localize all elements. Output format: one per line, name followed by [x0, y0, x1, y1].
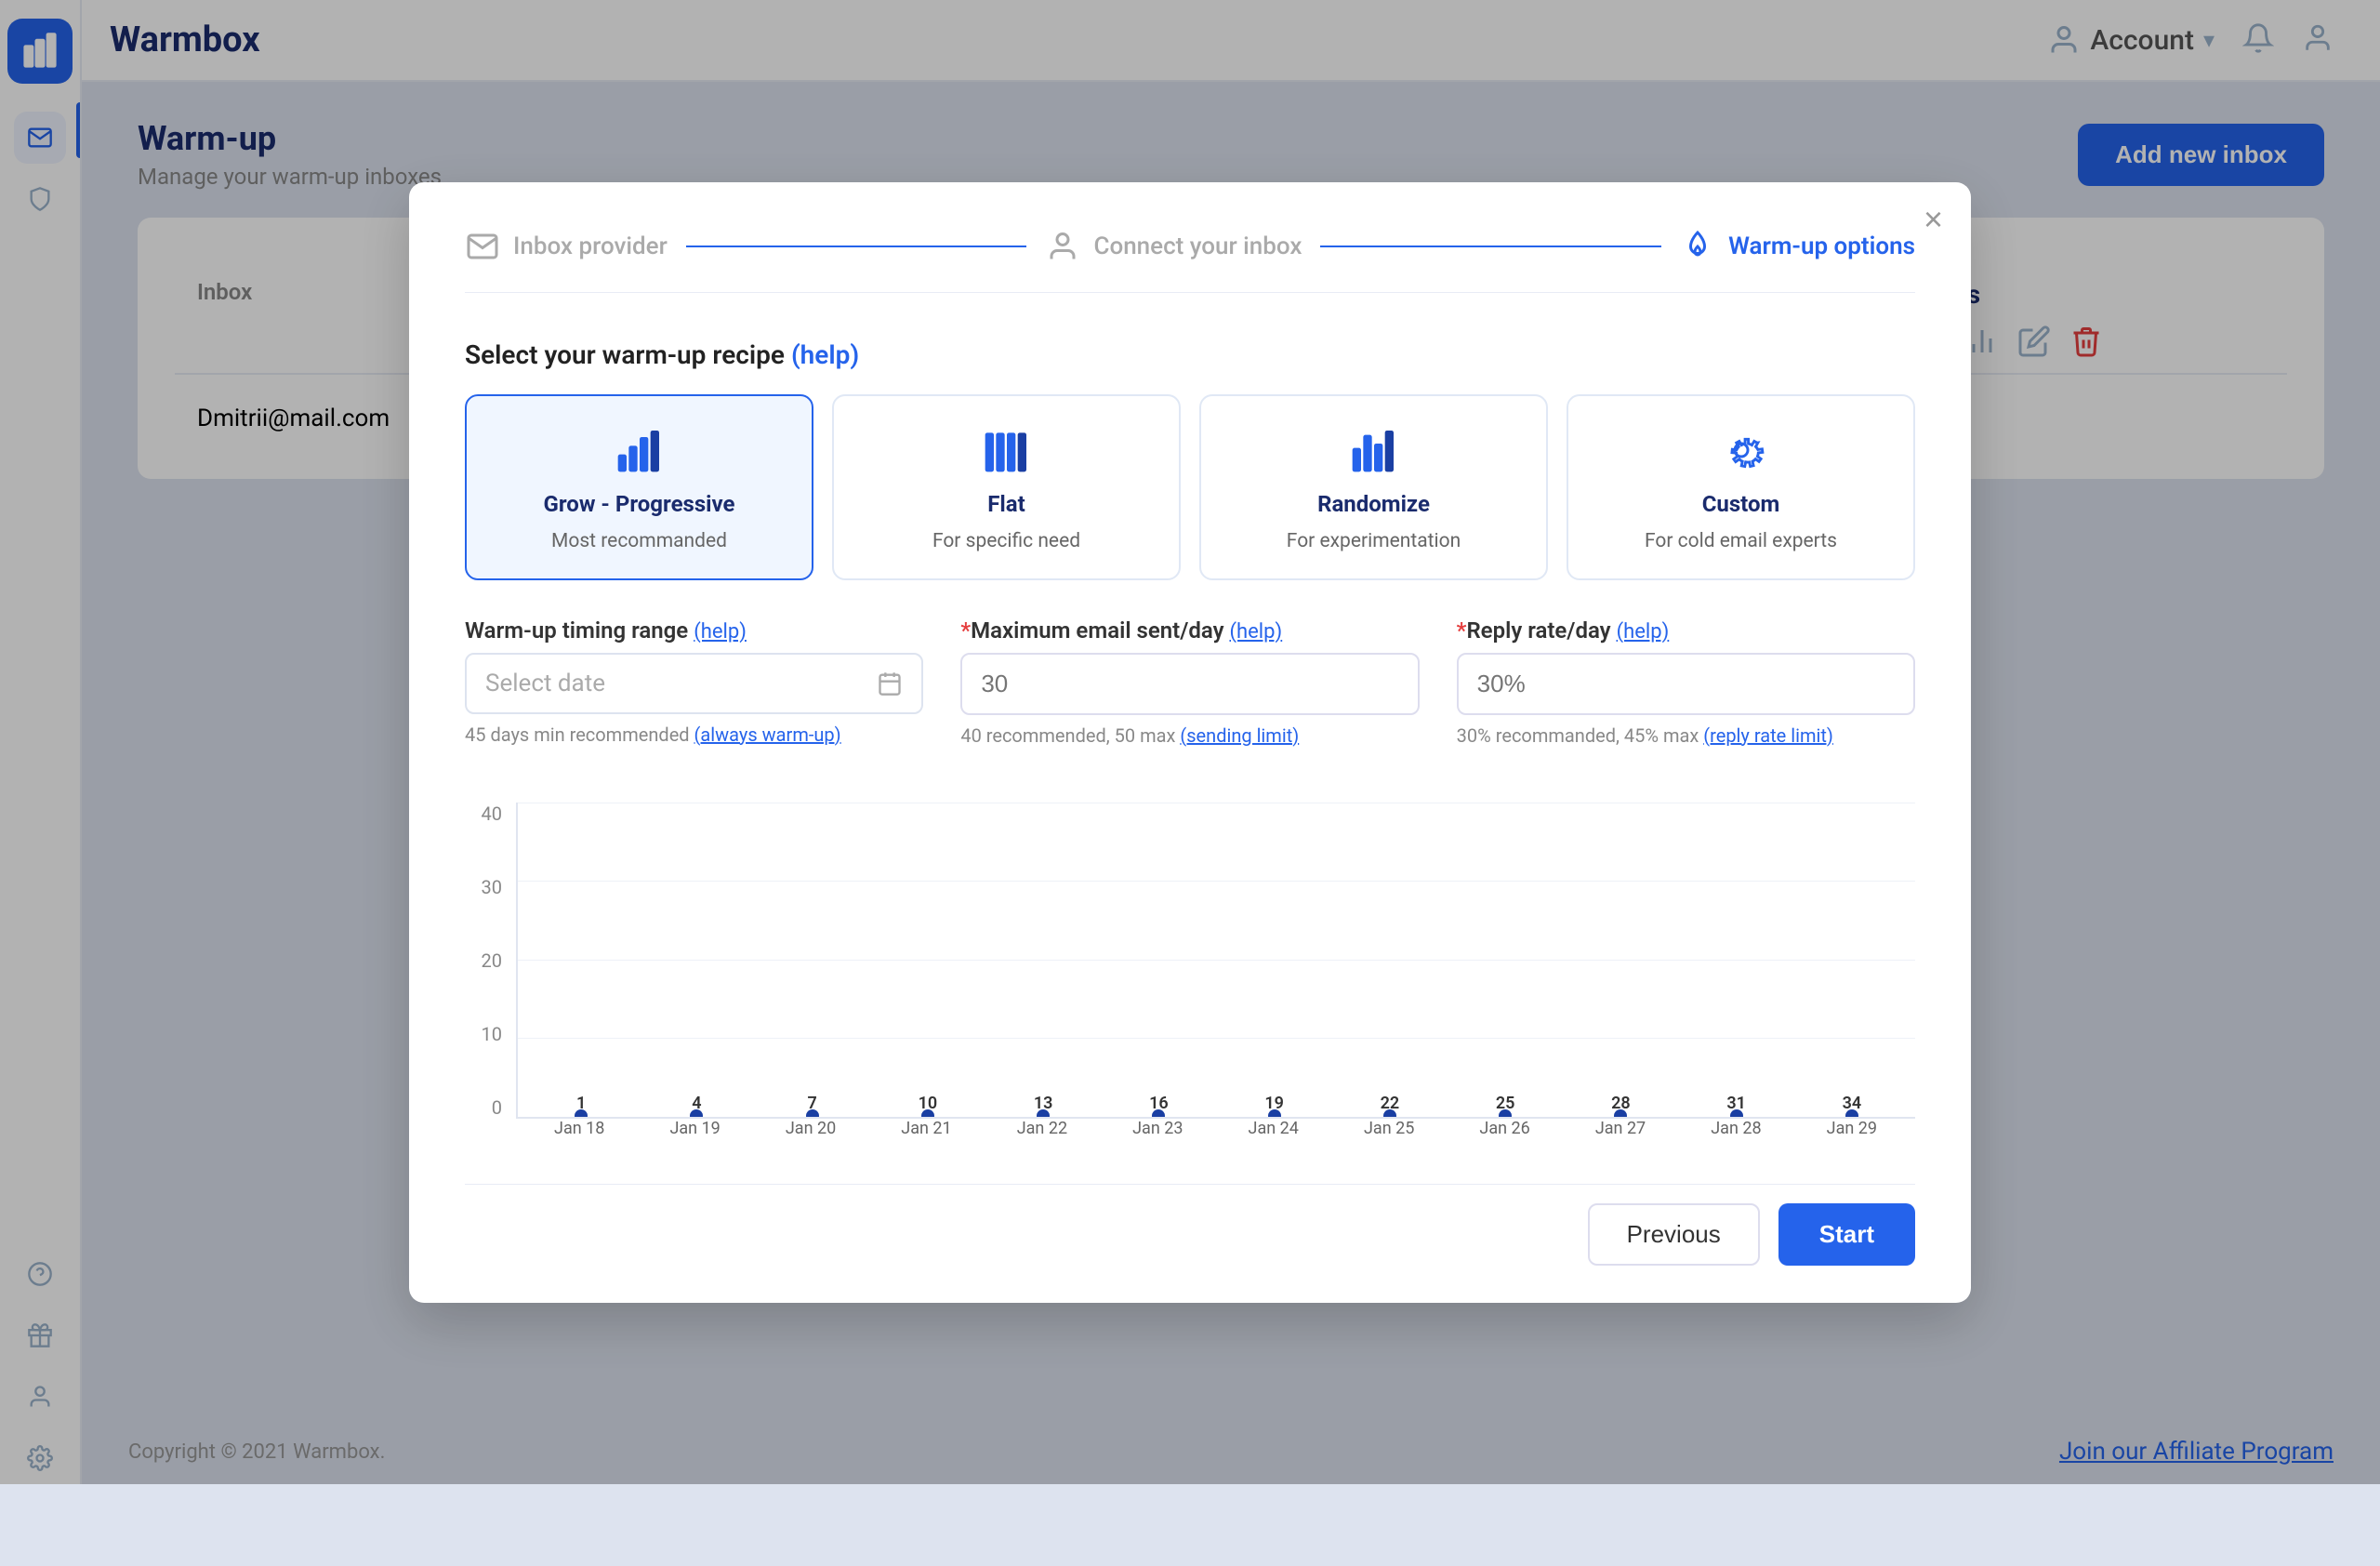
- y-label-10: 10: [465, 1023, 502, 1045]
- recipe-name-flat: Flat: [987, 491, 1025, 517]
- recipe-card-flat[interactable]: Flat For specific need: [832, 394, 1181, 580]
- x-label-jan22: Jan 22: [988, 1119, 1096, 1156]
- bar-jan29: 34: [1798, 1094, 1906, 1117]
- previous-button[interactable]: Previous: [1588, 1203, 1760, 1266]
- recipe-card-custom[interactable]: Custom For cold email experts: [1567, 394, 1915, 580]
- x-label-jan29: Jan 29: [1798, 1119, 1906, 1156]
- modal-close-button[interactable]: ×: [1924, 203, 1943, 236]
- wizard-step-connect-inbox: Connect your inbox: [1045, 229, 1302, 264]
- bar-jan23: 16: [1104, 1094, 1212, 1117]
- gear-settings-icon: [1713, 422, 1769, 478]
- reply-rate-label: *Reply rate/day (help): [1457, 617, 1915, 644]
- max-email-hint: 40 recommended, 50 max (sending limit): [960, 724, 1419, 747]
- wizard-step-3-label: Warm-up options: [1728, 232, 1915, 260]
- start-button[interactable]: Start: [1778, 1203, 1915, 1266]
- max-email-label: *Maximum email sent/day (help): [960, 617, 1419, 644]
- bar-jan26: 25: [1451, 1094, 1559, 1117]
- bar-jan24: 19: [1221, 1094, 1329, 1117]
- recipe-name-randomize: Randomize: [1317, 491, 1430, 517]
- x-label-jan26: Jan 26: [1450, 1119, 1558, 1156]
- recipe-name-custom: Custom: [1702, 491, 1780, 517]
- x-label-jan19: Jan 19: [641, 1119, 748, 1156]
- bar-jan18: 1: [527, 1094, 635, 1117]
- reply-rate-group: *Reply rate/day (help) 30% recommanded, …: [1457, 617, 1915, 747]
- bar-random-icon: [1346, 422, 1402, 478]
- x-label-jan20: Jan 20: [757, 1119, 865, 1156]
- recipe-name-grow: Grow - Progressive: [544, 491, 735, 517]
- recipe-desc-randomize: For experimentation: [1287, 530, 1461, 552]
- reply-rate-input[interactable]: [1457, 653, 1915, 715]
- y-label-30: 30: [465, 876, 502, 898]
- chart-container: 40 30 20 10 0 1: [465, 784, 1915, 1156]
- reply-rate-hint: 30% recommanded, 45% max (reply rate lim…: [1457, 724, 1915, 747]
- x-label-jan27: Jan 27: [1567, 1119, 1674, 1156]
- wizard-step-2-label: Connect your inbox: [1093, 232, 1302, 260]
- timing-hint: 45 days min recommended (always warm-up): [465, 723, 923, 746]
- recipe-desc-flat: For specific need: [932, 530, 1080, 552]
- y-label-0: 0: [465, 1096, 502, 1119]
- bar-jan21: 10: [874, 1094, 982, 1117]
- recipe-desc-grow: Most recommanded: [551, 530, 727, 552]
- max-email-input[interactable]: [960, 653, 1419, 715]
- x-label-jan25: Jan 25: [1335, 1119, 1443, 1156]
- recipe-card-randomize[interactable]: Randomize For experimentation: [1199, 394, 1548, 580]
- recipe-help-link[interactable]: (help): [791, 339, 859, 370]
- wizard-step-warmup-options: Warm-up options: [1680, 229, 1915, 264]
- bar-jan25: 22: [1336, 1094, 1444, 1117]
- timing-placeholder: Select date: [485, 670, 605, 697]
- connect-user-icon: [1045, 229, 1080, 264]
- wizard-line-2: [1320, 246, 1661, 247]
- flame-icon: [1680, 229, 1715, 264]
- reply-rate-limit-link[interactable]: (reply rate limit): [1703, 724, 1833, 747]
- max-email-help-link[interactable]: (help): [1229, 620, 1282, 644]
- wizard-steps: Inbox provider Connect your inbox: [465, 229, 1915, 293]
- always-warmup-link[interactable]: (always warm-up): [694, 723, 841, 746]
- bar-jan19: 4: [642, 1094, 750, 1117]
- bar-jan20: 7: [759, 1094, 866, 1117]
- recipe-desc-custom: For cold email experts: [1645, 530, 1837, 552]
- y-label-20: 20: [465, 949, 502, 972]
- mail-icon: [465, 229, 500, 264]
- wizard-line-1: [686, 246, 1027, 247]
- timing-label: Warm-up timing range (help): [465, 617, 923, 644]
- timing-input[interactable]: Select date: [465, 653, 923, 714]
- x-label-jan23: Jan 23: [1104, 1119, 1211, 1156]
- warmup-options-modal: × Inbox provider: [409, 182, 1971, 1303]
- max-email-group: *Maximum email sent/day (help) 40 recomm…: [960, 617, 1419, 747]
- bar-jan28: 31: [1683, 1094, 1791, 1117]
- x-label-jan21: Jan 21: [872, 1119, 980, 1156]
- timing-group: Warm-up timing range (help) Select date …: [465, 617, 923, 747]
- timing-help-link[interactable]: (help): [694, 620, 747, 644]
- settings-row: Warm-up timing range (help) Select date …: [465, 617, 1915, 747]
- x-label-jan28: Jan 28: [1682, 1119, 1790, 1156]
- recipe-section-title: Select your warm-up recipe (help): [465, 339, 1915, 370]
- recipe-card-grow-progressive[interactable]: Grow - Progressive Most recommanded: [465, 394, 813, 580]
- bar-grow-icon: [612, 422, 668, 478]
- wizard-step-1-label: Inbox provider: [513, 232, 668, 260]
- recipe-cards: Grow - Progressive Most recommanded Flat…: [465, 394, 1915, 580]
- modal-overlay: × Inbox provider: [0, 0, 2380, 1484]
- y-label-40: 40: [465, 803, 502, 825]
- bar-flat-icon: [979, 422, 1035, 478]
- modal-footer: Previous Start: [465, 1184, 1915, 1266]
- bar-jan22: 13: [989, 1094, 1097, 1117]
- calendar-icon: [877, 670, 903, 697]
- x-label-jan24: Jan 24: [1220, 1119, 1328, 1156]
- bar-jan27: 28: [1567, 1094, 1674, 1117]
- sending-limit-link[interactable]: (sending limit): [1180, 724, 1299, 747]
- reply-rate-help-link[interactable]: (help): [1617, 620, 1670, 644]
- wizard-step-inbox-provider: Inbox provider: [465, 229, 668, 264]
- x-label-jan18: Jan 18: [525, 1119, 633, 1156]
